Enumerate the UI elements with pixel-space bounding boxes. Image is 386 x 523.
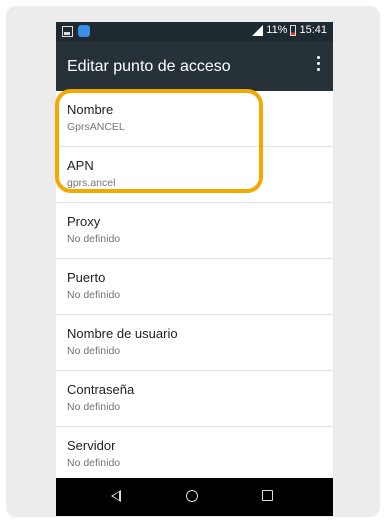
setting-value: No definido [67,289,121,301]
setting-value: No definido [67,457,121,469]
setting-value: No definido [67,233,121,245]
recent-apps-icon[interactable] [262,490,273,501]
setting-label: Puerto [67,270,106,285]
signal-icon [252,24,264,36]
setting-password[interactable]: Contraseña No definido [56,371,333,427]
setting-label: Nombre de usuario [67,326,178,341]
more-options-icon[interactable] [317,56,321,74]
setting-label: Proxy [67,214,101,229]
home-icon[interactable] [186,490,198,502]
image-notification-icon [62,25,73,37]
app-bar: Editar punto de acceso [56,41,333,91]
notification-icons [62,25,90,37]
setting-label: Contraseña [67,382,135,397]
battery-percent: 11% [266,24,288,36]
setting-label: Servidor [67,438,116,453]
navigation-bar [56,478,333,516]
setting-server[interactable]: Servidor No definido [56,427,333,483]
page-title: Editar punto de acceso [67,58,231,75]
status-bar: 11% 15:41 [56,22,333,41]
highlight-annotation [55,89,263,193]
setting-username[interactable]: Nombre de usuario No definido [56,315,333,371]
back-icon[interactable] [111,490,121,502]
battery-icon [290,24,297,36]
setting-port[interactable]: Puerto No definido [56,259,333,315]
setting-value: No definido [67,345,121,357]
app-notification-icon [78,25,90,37]
clock: 15:41 [299,24,327,36]
status-indicators: 11% 15:41 [252,24,327,36]
setting-proxy[interactable]: Proxy No definido [56,203,333,259]
setting-value: No definido [67,401,121,413]
